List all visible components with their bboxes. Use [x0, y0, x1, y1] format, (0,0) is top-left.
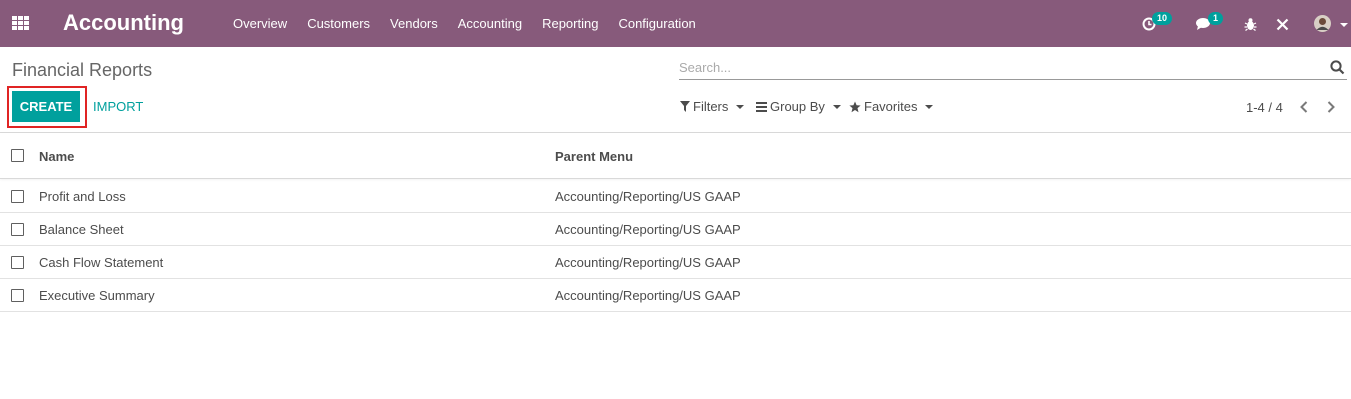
menu-item-customers[interactable]: Customers: [297, 0, 380, 47]
debug-menu[interactable]: [1242, 0, 1260, 47]
bug-icon: [1244, 18, 1257, 31]
create-button[interactable]: CREATE: [12, 91, 80, 122]
chevron-right-icon[interactable]: [1326, 100, 1336, 114]
column-header-name[interactable]: Name: [39, 149, 74, 164]
messaging-menu[interactable]: 1: [1192, 0, 1228, 47]
star-icon: [849, 101, 861, 112]
list-icon: [756, 101, 767, 112]
apps-grid-icon[interactable]: [12, 16, 29, 31]
row-name: Balance Sheet: [39, 222, 124, 237]
favorites-label: Favorites: [864, 99, 918, 114]
menu-item-reporting[interactable]: Reporting: [532, 0, 608, 47]
row-parent-menu: Accounting/Reporting/US GAAP: [555, 222, 741, 237]
list-header: Name Parent Menu: [0, 133, 1351, 179]
row-checkbox[interactable]: [11, 223, 24, 236]
select-all-checkbox[interactable]: [11, 149, 24, 162]
top-navbar: Accounting Overview Customers Vendors Ac…: [0, 0, 1351, 47]
user-avatar: [1314, 15, 1331, 32]
menu-item-accounting[interactable]: Accounting: [448, 0, 532, 47]
table-row[interactable]: Executive Summary Accounting/Reporting/U…: [0, 279, 1351, 312]
row-checkbox[interactable]: [11, 256, 24, 269]
tools-icon: [1276, 18, 1289, 31]
table-row[interactable]: Profit and Loss Accounting/Reporting/US …: [0, 180, 1351, 213]
favorites-dropdown[interactable]: Favorites: [849, 99, 934, 114]
menu-item-vendors[interactable]: Vendors: [380, 0, 448, 47]
page-title: Financial Reports: [12, 60, 153, 80]
chevron-down-icon: [736, 105, 745, 109]
tools-menu[interactable]: [1274, 0, 1292, 47]
row-name: Profit and Loss: [39, 189, 126, 204]
chevron-down-icon: [832, 105, 841, 109]
row-name: Cash Flow Statement: [39, 255, 164, 270]
row-name: Executive Summary: [39, 288, 155, 303]
activity-menu[interactable]: 10: [1138, 0, 1178, 47]
chevron-left-icon[interactable]: [1299, 100, 1309, 114]
app-title[interactable]: Accounting: [63, 10, 184, 36]
message-count-badge: 1: [1208, 12, 1224, 25]
table-row[interactable]: Balance Sheet Accounting/Reporting/US GA…: [0, 213, 1351, 246]
activity-count-badge: 10: [1152, 12, 1173, 25]
row-parent-menu: Accounting/Reporting/US GAAP: [555, 255, 741, 270]
user-menu[interactable]: [1312, 0, 1348, 47]
chevron-down-icon: [1340, 23, 1348, 27]
row-checkbox[interactable]: [11, 289, 24, 302]
search-bar: [679, 56, 1347, 80]
search-icon[interactable]: [1330, 60, 1345, 75]
chevron-down-icon: [925, 105, 934, 109]
group-by-label: Group By: [770, 99, 825, 114]
main-menu: Overview Customers Vendors Accounting Re…: [223, 0, 706, 47]
row-parent-menu: Accounting/Reporting/US GAAP: [555, 288, 741, 303]
search-input[interactable]: [679, 56, 1319, 78]
menu-item-overview[interactable]: Overview: [223, 0, 297, 47]
row-checkbox[interactable]: [11, 190, 24, 203]
filters-label: Filters: [693, 99, 729, 114]
row-parent-menu: Accounting/Reporting/US GAAP: [555, 189, 741, 204]
group-by-dropdown[interactable]: Group By: [756, 99, 841, 114]
import-button[interactable]: IMPORT: [93, 99, 143, 114]
filter-icon: [680, 101, 690, 112]
menu-item-configuration[interactable]: Configuration: [608, 0, 705, 47]
pager-value[interactable]: 1-4 / 4: [1246, 100, 1283, 115]
column-header-parent-menu[interactable]: Parent Menu: [555, 149, 633, 164]
filters-dropdown[interactable]: Filters: [680, 99, 745, 114]
table-row[interactable]: Cash Flow Statement Accounting/Reporting…: [0, 246, 1351, 279]
